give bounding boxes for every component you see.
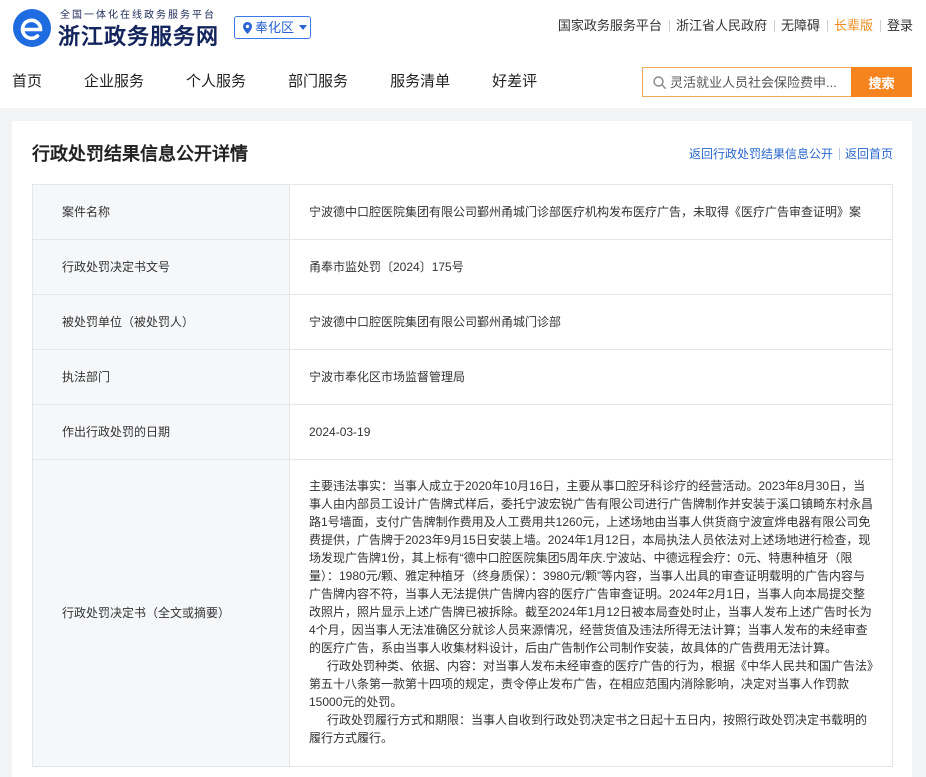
location-pin-icon — [243, 21, 252, 34]
penalty-date-value: 2024-03-19 — [309, 425, 371, 439]
decision-text-value: 主要违法事实：当事人成立于2020年10月16日，主要从事口腔牙科诊疗的经营活动… — [290, 460, 892, 766]
nav-item-service-list[interactable]: 服务清单 — [390, 72, 450, 92]
nav-item-home[interactable]: 首页 — [12, 72, 42, 92]
caret-down-icon — [299, 25, 308, 30]
search-input[interactable] — [670, 68, 848, 96]
site-header: 全国一体化在线政务服务平台 浙江政务服务网 奉化区 国家政务服务平台 浙江省人民… — [0, 0, 926, 108]
table-row: 作出行政处罚的日期 2024-03-19 — [33, 405, 892, 460]
enforcement-department-label: 执法部门 — [33, 350, 290, 404]
table-row: 行政处罚决定书（全文或摘要） 主要违法事实：当事人成立于2020年10月16日，… — [33, 460, 892, 766]
enforcement-department-value: 宁波市奉化区市场监督管理局 — [309, 370, 466, 384]
site-logo[interactable]: 全国一体化在线政务服务平台 浙江政务服务网 — [10, 7, 224, 51]
nav-item-rating[interactable]: 好差评 — [492, 72, 537, 92]
detail-card: 行政处罚结果信息公开详情 返回行政处罚结果信息公开 返回首页 案件名称 宁波德中… — [12, 121, 912, 777]
nav-item-department-services[interactable]: 部门服务 — [288, 72, 348, 92]
table-row: 案件名称 宁波德中口腔医院集团有限公司鄞州甬城门诊部医疗机构发布医疗广告，未取得… — [33, 185, 892, 240]
site-title: 浙江政务服务网 — [58, 24, 220, 49]
platform-subtitle: 全国一体化在线政务服务平台 — [60, 10, 216, 21]
top-links: 国家政务服务平台 浙江省人民政府 无障碍 长辈版 登录 — [558, 17, 913, 35]
link-login[interactable]: 登录 — [879, 17, 913, 35]
table-row: 行政处罚决定书文号 甬奉市监处罚〔2024〕175号 — [33, 240, 892, 295]
penalized-party-value: 宁波德中口腔医院集团有限公司鄞州甬城门诊部 — [309, 315, 562, 329]
search-icon — [653, 76, 666, 89]
link-provincial-government[interactable]: 浙江省人民政府 — [668, 17, 774, 35]
decision-facts-paragraph: 主要违法事实：当事人成立于2020年10月16日，主要从事口腔牙科诊疗的经营活动… — [309, 479, 874, 655]
search-button[interactable]: 搜索 — [851, 67, 912, 97]
zhejiang-egov-logo-icon — [13, 9, 51, 47]
region-label: 奉化区 — [255, 19, 295, 35]
nav-item-personal-services[interactable]: 个人服务 — [186, 72, 246, 92]
penalized-party-label: 被处罚单位（被处罚人） — [33, 295, 290, 349]
decision-text-label: 行政处罚决定书（全文或摘要） — [33, 460, 290, 766]
page-links: 返回行政处罚结果信息公开 返回首页 — [689, 147, 893, 161]
penalty-detail-table: 案件名称 宁波德中口腔医院集团有限公司鄞州甬城门诊部医疗机构发布医疗广告，未取得… — [32, 184, 893, 767]
table-row: 执法部门 宁波市奉化区市场监督管理局 — [33, 350, 892, 405]
region-selector[interactable]: 奉化区 — [234, 16, 311, 39]
decision-number-value: 甬奉市监处罚〔2024〕175号 — [309, 260, 464, 274]
decision-number-label: 行政处罚决定书文号 — [33, 240, 290, 294]
case-name-value: 宁波德中口腔医院集团有限公司鄞州甬城门诊部医疗机构发布医疗广告，未取得《医疗广告… — [309, 205, 862, 219]
penalty-date-label: 作出行政处罚的日期 — [33, 405, 290, 459]
nav-item-business-services[interactable]: 企业服务 — [84, 72, 144, 92]
case-name-label: 案件名称 — [33, 185, 290, 239]
link-accessibility[interactable]: 无障碍 — [773, 17, 827, 35]
link-elder-mode[interactable]: 长辈版 — [826, 17, 880, 35]
decision-basis-paragraph: 行政处罚种类、依据、内容：对当事人发布未经审查的医疗广告的行为，根据《中华人民共… — [309, 659, 874, 709]
page-title: 行政处罚结果信息公开详情 — [32, 144, 248, 164]
main-nav: 首页 企业服务 个人服务 部门服务 服务清单 好差评 — [12, 72, 537, 92]
decision-execution-paragraph: 行政处罚履行方式和期限：当事人自收到行政处罚决定书之日起十五日内，按照行政处罚决… — [309, 713, 868, 745]
table-row: 被处罚单位（被处罚人） 宁波德中口腔医院集团有限公司鄞州甬城门诊部 — [33, 295, 892, 350]
back-to-penalty-list-link[interactable]: 返回行政处罚结果信息公开 — [689, 147, 839, 161]
back-to-home-link[interactable]: 返回首页 — [838, 147, 893, 161]
search-box — [642, 67, 851, 97]
link-national-platform[interactable]: 国家政务服务平台 — [558, 17, 669, 35]
